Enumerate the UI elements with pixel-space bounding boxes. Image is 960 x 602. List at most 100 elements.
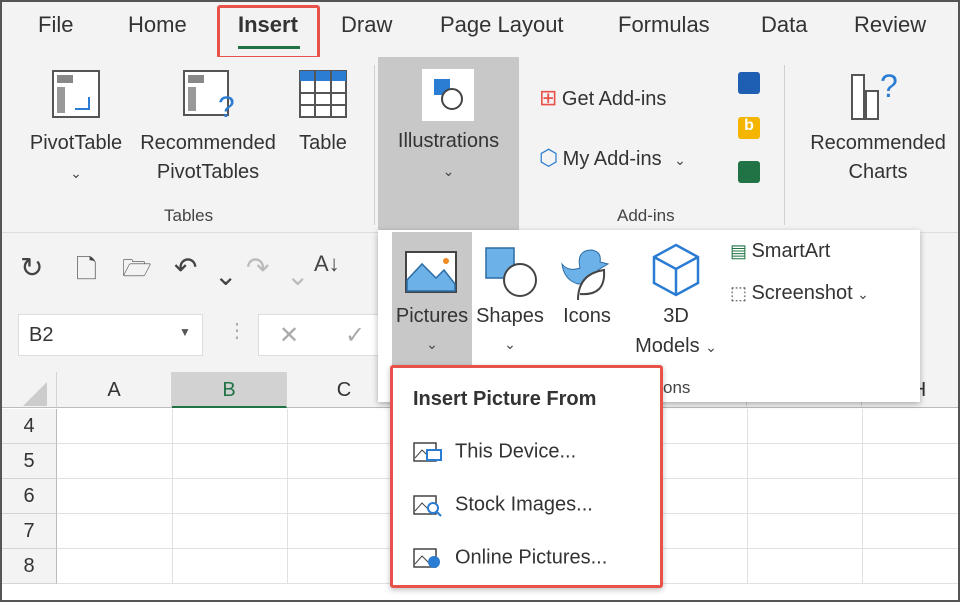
addins-group-label: Add-ins <box>617 206 675 225</box>
icons-button[interactable]: Icons <box>554 232 620 366</box>
caret-down-icon: ▼ <box>179 325 191 339</box>
excel-window: File Home Insert Draw Page Layout Formul… <box>0 0 960 602</box>
menu-item-label: This Device... <box>455 440 577 463</box>
gridline <box>172 409 173 444</box>
tab-draw[interactable]: Draw <box>341 12 392 38</box>
menu-item-label: Stock Images... <box>455 493 593 516</box>
row-header-7[interactable]: 7 <box>2 514 57 549</box>
pivottable-icon <box>52 70 100 118</box>
device-icon <box>413 442 442 462</box>
row-header-5[interactable]: 5 <box>2 444 57 479</box>
divider <box>784 65 785 225</box>
shapes-label: Shapes <box>476 305 544 327</box>
gridline <box>747 549 748 584</box>
tab-review[interactable]: Review <box>854 12 926 38</box>
gridline <box>862 514 863 549</box>
illustrations-label: Illustrations <box>397 130 500 152</box>
models-label: Models <box>635 335 700 357</box>
smartart-label: SmartArt <box>751 240 831 262</box>
pivottable-button[interactable]: PivotTable ⌄ <box>24 57 128 197</box>
tab-data[interactable]: Data <box>761 12 807 38</box>
cancel-icon[interactable]: ✕ <box>279 321 299 350</box>
gridline <box>287 444 288 479</box>
shapes-button[interactable]: Shapes ⌄ <box>474 232 546 366</box>
tab-formulas[interactable]: Formulas <box>618 12 710 38</box>
chevron-down-icon[interactable]: ⌄ <box>286 259 309 292</box>
gridline <box>287 514 288 549</box>
recommended-label-1: Recommended <box>140 132 276 154</box>
smartart-icon: ▤ <box>730 241 748 261</box>
menu-item-online-pictures[interactable]: Online Pictures... <box>413 546 607 570</box>
store-icon: ⊞ <box>539 85 558 110</box>
icons-icon <box>561 249 610 301</box>
my-addins-button[interactable]: ⬡ My Add-ins ⌄ <box>539 145 729 175</box>
gridline <box>172 514 173 549</box>
screenshot-icon: ⬚ <box>730 283 748 303</box>
get-addins-button[interactable]: ⊞ Get Add-ins <box>539 85 709 115</box>
gridline <box>172 549 173 584</box>
row-header-8[interactable]: 8 <box>2 549 57 584</box>
pictures-label: Pictures <box>395 305 469 327</box>
visio-icon[interactable] <box>738 72 760 94</box>
gridline <box>862 479 863 514</box>
menu-item-stock-images[interactable]: Stock Images... <box>413 493 593 517</box>
charts-label-2: Charts <box>848 161 908 183</box>
pictures-icon <box>405 251 457 293</box>
table-label: Table <box>299 132 347 154</box>
tab-file[interactable]: File <box>38 12 73 38</box>
grip-icon: ⋮ <box>227 320 247 342</box>
recommended-charts-icon: ? <box>851 68 898 120</box>
gridline <box>172 479 173 514</box>
tab-insert[interactable]: Insert <box>238 12 298 38</box>
bing-icon[interactable]: b <box>738 117 760 139</box>
column-header-a[interactable]: A <box>57 372 172 408</box>
gridline <box>862 549 863 584</box>
tab-page-layout[interactable]: Page Layout <box>440 12 564 38</box>
get-addins-label: Get Add-ins <box>561 88 667 110</box>
active-tab-underline <box>238 46 300 49</box>
row-header-4[interactable]: 4 <box>2 409 57 444</box>
chevron-down-icon: ⌄ <box>504 336 516 352</box>
undo-icon[interactable]: ↶ <box>174 251 197 284</box>
chevron-down-icon: ⌄ <box>70 165 82 181</box>
screenshot-button[interactable]: ⬚ Screenshot ⌄ <box>730 282 900 312</box>
name-box-value: B2 <box>29 324 54 346</box>
autosave-icon[interactable]: ↻ <box>20 251 43 284</box>
gridline <box>747 514 748 549</box>
illustrations-button[interactable]: Illustrations ⌄ <box>378 57 519 232</box>
enter-check-icon[interactable]: ✓ <box>345 321 365 350</box>
smartart-button[interactable]: ▤ SmartArt <box>730 240 870 270</box>
shapes-icon <box>485 247 537 297</box>
chevron-down-icon: ⌄ <box>674 152 686 168</box>
chevron-down-icon: ⌄ <box>442 163 455 179</box>
name-box[interactable]: B2 ▼ <box>18 314 203 356</box>
new-file-icon[interactable]: 🗋 <box>76 251 97 295</box>
sort-ascending-icon[interactable]: A↓ <box>314 251 340 277</box>
3d-models-button[interactable]: 3D Models ⌄ <box>626 232 726 366</box>
illustrations-icon <box>422 69 474 121</box>
recommended-pivottables-icon: ? <box>183 70 235 121</box>
pictures-button[interactable]: Pictures ⌄ <box>392 232 472 366</box>
icons-label: Icons <box>563 305 611 327</box>
chevron-down-icon[interactable]: ⌄ <box>214 259 237 292</box>
people-graph-icon[interactable] <box>738 161 760 183</box>
menu-title: Insert Picture From <box>413 388 597 410</box>
row-header-6[interactable]: 6 <box>2 479 57 514</box>
table-icon <box>299 70 347 118</box>
my-addins-label: My Add-ins <box>562 148 662 170</box>
insert-picture-menu: Insert Picture From This Device... Stock… <box>390 365 663 588</box>
menu-item-this-device[interactable]: This Device... <box>413 440 576 464</box>
formula-controls: ✕ ✓ <box>258 314 388 356</box>
open-folder-icon[interactable]: 🗁 <box>122 251 152 292</box>
select-all-corner[interactable] <box>2 372 57 408</box>
recommended-pivottables-button[interactable]: ? Recommended PivotTables <box>134 57 282 197</box>
pivottable-label: PivotTable <box>29 132 123 154</box>
gridline <box>862 444 863 479</box>
divider <box>374 65 375 225</box>
table-button[interactable]: Table <box>292 57 354 197</box>
tab-home[interactable]: Home <box>128 12 187 38</box>
column-header-b[interactable]: B <box>172 372 287 408</box>
recommended-charts-button[interactable]: ? Recommended Charts <box>798 57 958 197</box>
redo-icon[interactable]: ↷ <box>246 251 269 284</box>
gridline <box>747 479 748 514</box>
